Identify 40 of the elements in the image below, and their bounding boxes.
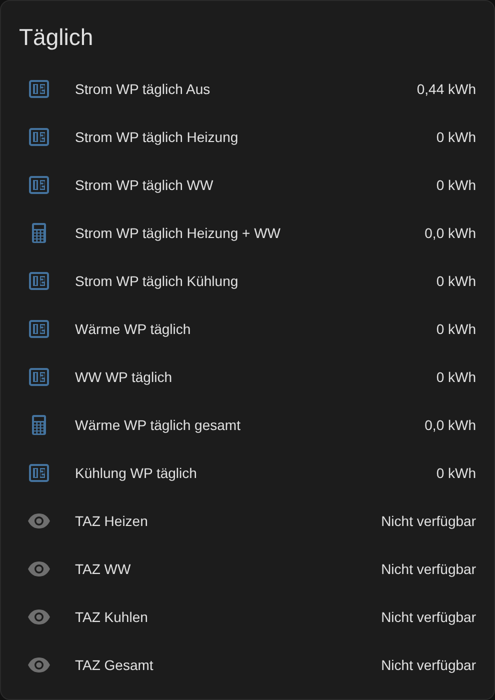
calculator-icon — [32, 415, 46, 435]
entity-value: Nicht verfügbar — [381, 657, 476, 673]
card-title: Täglich — [19, 23, 94, 52]
entity-value: Nicht verfügbar — [381, 513, 476, 529]
eye-icon — [27, 561, 51, 577]
entity-value: Nicht verfügbar — [381, 609, 476, 625]
counter-icon — [29, 272, 49, 290]
entity-name[interactable]: Kühlung WP täglich — [75, 465, 436, 481]
entity-value: 0 kWh — [436, 321, 476, 337]
entity-name[interactable]: Strom WP täglich WW — [75, 177, 436, 193]
entity-value: 0 kWh — [436, 273, 476, 289]
counter-icon — [29, 368, 49, 386]
entity-value: 0 kWh — [436, 465, 476, 481]
entity-value: 0 kWh — [436, 369, 476, 385]
counter-icon — [29, 80, 49, 98]
counter-icon — [29, 128, 49, 146]
eye-icon — [27, 513, 51, 529]
entity-name[interactable]: Strom WP täglich Heizung — [75, 129, 436, 145]
entity-name[interactable]: Wärme WP täglich — [75, 321, 436, 337]
counter-icon — [29, 176, 49, 194]
entity-name[interactable]: Wärme WP täglich gesamt — [75, 417, 425, 433]
entity-value: 0,0 kWh — [424, 417, 476, 433]
eye-icon — [27, 657, 51, 673]
entity-name[interactable]: Strom WP täglich Heizung + WW — [75, 225, 425, 241]
eye-icon — [27, 609, 51, 625]
entity-name[interactable]: TAZ Kuhlen — [75, 609, 382, 625]
calculator-icon — [32, 223, 46, 243]
entity-value: Nicht verfügbar — [381, 561, 476, 577]
entity-name[interactable]: Strom WP täglich Aus — [75, 81, 417, 97]
entity-value: 0,44 kWh — [416, 81, 476, 97]
entity-value: 0,0 kWh — [424, 225, 476, 241]
entity-value: 0 kWh — [436, 129, 476, 145]
entity-name[interactable]: WW WP täglich — [75, 369, 436, 385]
entity-name[interactable]: Strom WP täglich Kühlung — [75, 273, 436, 289]
entity-name[interactable]: TAZ Gesamt — [75, 657, 382, 673]
entity-name[interactable]: TAZ WW — [75, 561, 382, 577]
counter-icon — [29, 464, 49, 482]
entity-value: 0 kWh — [436, 177, 476, 193]
entity-name[interactable]: TAZ Heizen — [75, 513, 382, 529]
counter-icon — [29, 320, 49, 338]
